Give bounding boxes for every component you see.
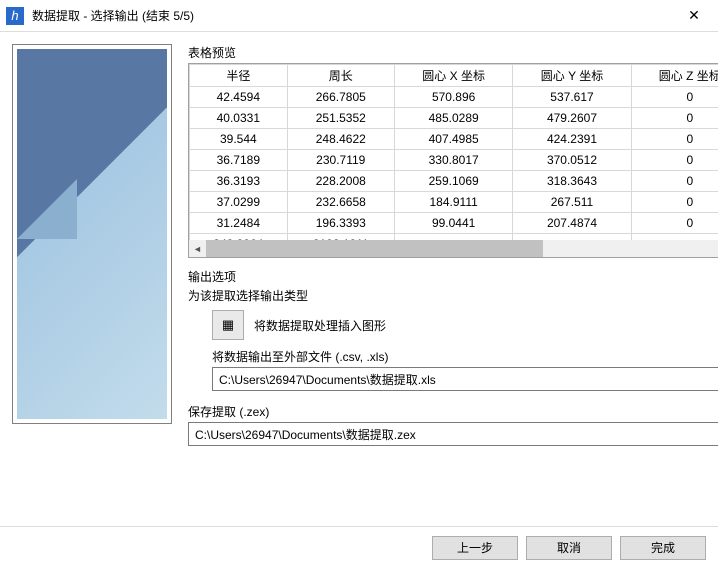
titlebar: h 数据提取 - 选择输出 (结束 5/5) ✕ <box>0 0 718 32</box>
table-cell: 479.2607 <box>513 108 631 129</box>
table-cell: 485.0289 <box>394 108 513 129</box>
table-cell: 330.8017 <box>394 150 513 171</box>
table-row[interactable]: 36.7189230.7119330.8017370.05120 <box>190 150 718 171</box>
table-cell: 99.0441 <box>394 213 513 234</box>
table-cell: 36.7189 <box>190 150 288 171</box>
table-header-row: 半径 周长 圆心 X 坐标 圆心 Y 坐标 圆心 Z 坐标^ <box>190 65 718 87</box>
export-external-label: 将数据输出至外部文件 (.csv, .xls) <box>212 348 718 365</box>
table-cell: 0 <box>631 213 718 234</box>
preview-image <box>17 49 167 419</box>
table-cell: 424.2391 <box>513 129 631 150</box>
table-icon: ▦ <box>222 317 234 333</box>
insert-into-drawing-button[interactable]: ▦ <box>212 310 244 340</box>
app-icon: h <box>6 7 24 25</box>
table-cell: 207.4874 <box>513 213 631 234</box>
table-cell: 570.896 <box>394 87 513 108</box>
insert-into-drawing-label: 将数据提取处理插入图形 <box>254 317 386 334</box>
col-center-x[interactable]: 圆心 X 坐标 <box>394 65 513 87</box>
table-cell: 31.2484 <box>190 213 288 234</box>
table-cell: 36.3193 <box>190 171 288 192</box>
page-fold-icon <box>17 179 77 239</box>
table-cell: 42.4594 <box>190 87 288 108</box>
table-cell: 318.3643 <box>513 171 631 192</box>
table-row[interactable]: 42.4594266.7805570.896537.6170 <box>190 87 718 108</box>
preview-image-frame <box>12 44 172 424</box>
back-button[interactable]: 上一步 <box>432 536 518 560</box>
table-cell: 0 <box>631 171 718 192</box>
table-cell: 0 <box>631 108 718 129</box>
table-cell: 251.5352 <box>287 108 394 129</box>
preview-pane <box>12 44 172 514</box>
table-cell: 40.0331 <box>190 108 288 129</box>
table-cell: 0 <box>631 192 718 213</box>
table-cell: 267.511 <box>513 192 631 213</box>
table-cell: 259.1069 <box>394 171 513 192</box>
table-cell: 232.6658 <box>287 192 394 213</box>
table-cell: 0 <box>631 129 718 150</box>
table-cell: 230.7119 <box>287 150 394 171</box>
table-cell: 266.7805 <box>287 87 394 108</box>
table-cell: 37.0299 <box>190 192 288 213</box>
output-type-label: 为该提取选择输出类型 <box>188 287 718 304</box>
data-table: 半径 周长 圆心 X 坐标 圆心 Y 坐标 圆心 Z 坐标^ 42.459426… <box>189 64 718 240</box>
close-button[interactable]: ✕ <box>672 1 716 31</box>
table-cell: 0 <box>631 87 718 108</box>
table-cell: 537.617 <box>513 87 631 108</box>
table-preview-label: 表格预览 <box>188 44 718 61</box>
horizontal-scroll-thumb[interactable] <box>206 240 543 257</box>
finish-button[interactable]: 完成 <box>620 536 706 560</box>
col-circumference[interactable]: 周长 <box>287 65 394 87</box>
dialog-footer: 上一步 取消 完成 <box>0 526 718 568</box>
table-cell: 370.0512 <box>513 150 631 171</box>
save-extract-label: 保存提取 (.zex) <box>188 403 718 420</box>
table-row[interactable]: 36.3193228.2008259.1069318.36430 <box>190 171 718 192</box>
table-cell: 184.9111 <box>394 192 513 213</box>
table-row[interactable]: 31.2484196.339399.0441207.48740 <box>190 213 718 234</box>
cancel-button[interactable]: 取消 <box>526 536 612 560</box>
scroll-left-icon[interactable]: ◄ <box>189 240 206 257</box>
window-title: 数据提取 - 选择输出 (结束 5/5) <box>32 7 672 24</box>
export-path-input[interactable] <box>212 367 718 391</box>
table-row[interactable]: 39.544248.4622407.4985424.23910 <box>190 129 718 150</box>
table-row[interactable]: 37.0299232.6658184.9111267.5110 <box>190 192 718 213</box>
table-cell: 407.4985 <box>394 129 513 150</box>
table-row[interactable]: 40.0331251.5352485.0289479.26070 <box>190 108 718 129</box>
table-cell: 196.3393 <box>287 213 394 234</box>
table-preview: 半径 周长 圆心 X 坐标 圆心 Y 坐标 圆心 Z 坐标^ 42.459426… <box>188 63 718 258</box>
col-center-y[interactable]: 圆心 Y 坐标 <box>513 65 631 87</box>
save-path-input[interactable] <box>188 422 718 446</box>
col-radius[interactable]: 半径 <box>190 65 288 87</box>
table-scroll-area[interactable]: 半径 周长 圆心 X 坐标 圆心 Y 坐标 圆心 Z 坐标^ 42.459426… <box>189 64 718 240</box>
output-options-label: 输出选项 <box>188 268 718 285</box>
table-cell: 228.2008 <box>287 171 394 192</box>
table-cell: 248.4622 <box>287 129 394 150</box>
horizontal-scrollbar[interactable]: ◄ ► <box>189 240 718 257</box>
table-cell: 0 <box>631 150 718 171</box>
col-center-z[interactable]: 圆心 Z 坐标^ <box>631 65 718 87</box>
horizontal-scroll-track[interactable] <box>206 240 718 257</box>
table-cell: 39.544 <box>190 129 288 150</box>
